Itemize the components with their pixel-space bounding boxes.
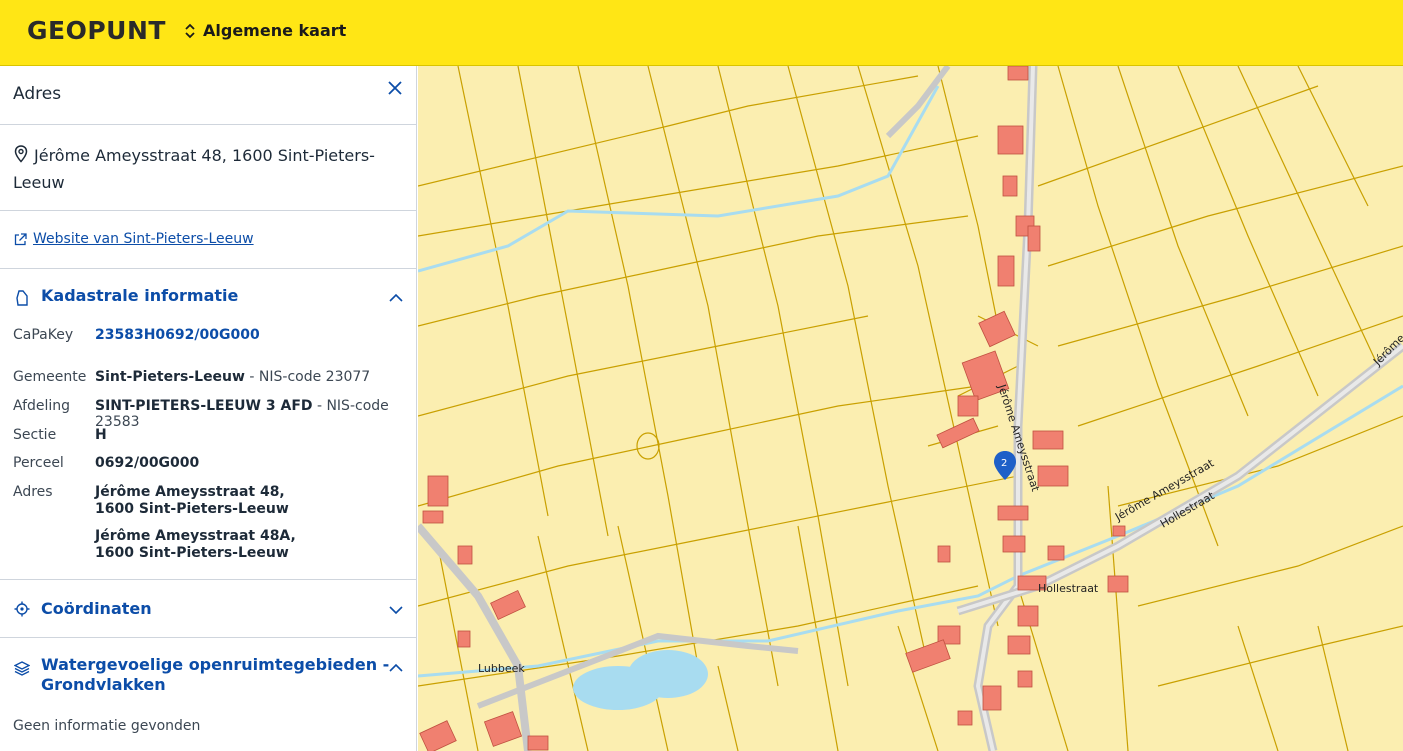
- brand-logo[interactable]: GEOPUNT: [27, 16, 166, 45]
- map-view[interactable]: 2 Jérôme Ameysstraat Jérôme Ameysstraat …: [418, 66, 1403, 751]
- street-label-lubbeek: Lubbeek: [478, 662, 525, 675]
- layers-icon: [14, 661, 30, 676]
- parcel-icon: [16, 290, 28, 306]
- pond-right: [628, 650, 708, 698]
- sectie-value: H: [95, 427, 107, 443]
- street-label-hollestraat-1: Hollestraat: [1038, 582, 1099, 595]
- adres-value-1b: 1600 Sint-Pieters-Leeuw: [95, 501, 289, 517]
- adres-value-2b: 1600 Sint-Pieters-Leeuw: [95, 545, 289, 561]
- afdeling-label: Afdeling: [13, 398, 71, 414]
- panel-header: Adres: [0, 66, 416, 125]
- capakey-label: CaPaKey: [13, 327, 74, 343]
- chevron-up-icon: [389, 293, 403, 302]
- crosshair-icon: [14, 601, 30, 617]
- address-text: Jérôme Ameysstraat 48, 1600 Sint-Pieters…: [13, 146, 375, 192]
- adres-value-1: Jérôme Ameysstraat 48,: [95, 484, 285, 500]
- sort-arrows-icon: [185, 23, 195, 38]
- panel-title: Adres: [13, 84, 62, 104]
- gemeente-label: Gemeente: [13, 369, 87, 385]
- no-info-text: Geen informatie gevonden: [13, 718, 201, 734]
- map-selector[interactable]: Algemene kaart: [183, 21, 346, 40]
- capakey-value[interactable]: 23583H0692/00G000: [95, 327, 260, 343]
- perceel-label: Perceel: [13, 455, 64, 471]
- external-link-icon: [14, 233, 27, 246]
- website-block: Website van Sint-Pieters-Leeuw: [0, 211, 416, 269]
- address-block: Jérôme Ameysstraat 48, 1600 Sint-Pieters…: [0, 125, 416, 211]
- map-selector-label: Algemene kaart: [203, 21, 347, 40]
- water-section: Watergevoelige openruimtegebieden - Grond…: [0, 638, 416, 751]
- close-icon[interactable]: [385, 78, 405, 98]
- website-link[interactable]: Website van Sint-Pieters-Leeuw: [33, 231, 254, 247]
- sectie-label: Sectie: [13, 427, 57, 443]
- adres-value-2: Jérôme Ameysstraat 48A,: [95, 528, 296, 544]
- gemeente-value: Sint-Pieters-Leeuw - NIS-code 23077: [95, 369, 371, 385]
- kadastrale-title: Kadastrale informatie: [41, 286, 239, 305]
- kadastrale-section: Kadastrale informatie CaPaKey 23583H0692…: [0, 269, 416, 580]
- top-bar: GEOPUNT Algemene kaart: [0, 0, 1403, 66]
- chevron-up-icon: [389, 663, 403, 672]
- chevron-down-icon: [389, 606, 403, 615]
- perceel-value: 0692/00G000: [95, 455, 200, 471]
- coordinaten-title: Coördinaten: [41, 599, 152, 618]
- kadastrale-header[interactable]: Kadastrale informatie: [0, 269, 416, 326]
- coordinaten-section: Coördinaten: [0, 580, 416, 638]
- water-title: Watergevoelige openruimtegebieden - Grond…: [41, 655, 390, 694]
- afdeling-value: SINT-PIETERS-LEEUW 3 AFD - NIS-code 2358…: [95, 398, 389, 430]
- water-header[interactable]: Watergevoelige openruimtegebieden - Grond…: [0, 638, 416, 713]
- map-canvas[interactable]: 2 Jérôme Ameysstraat Jérôme Ameysstraat …: [418, 66, 1403, 751]
- marker-label: 2: [1001, 458, 1007, 469]
- coordinaten-header[interactable]: Coördinaten: [0, 580, 416, 637]
- info-panel: Adres Jérôme Ameysstraat 48, 1600 Sint-P…: [0, 66, 417, 751]
- adres-label: Adres: [13, 484, 53, 500]
